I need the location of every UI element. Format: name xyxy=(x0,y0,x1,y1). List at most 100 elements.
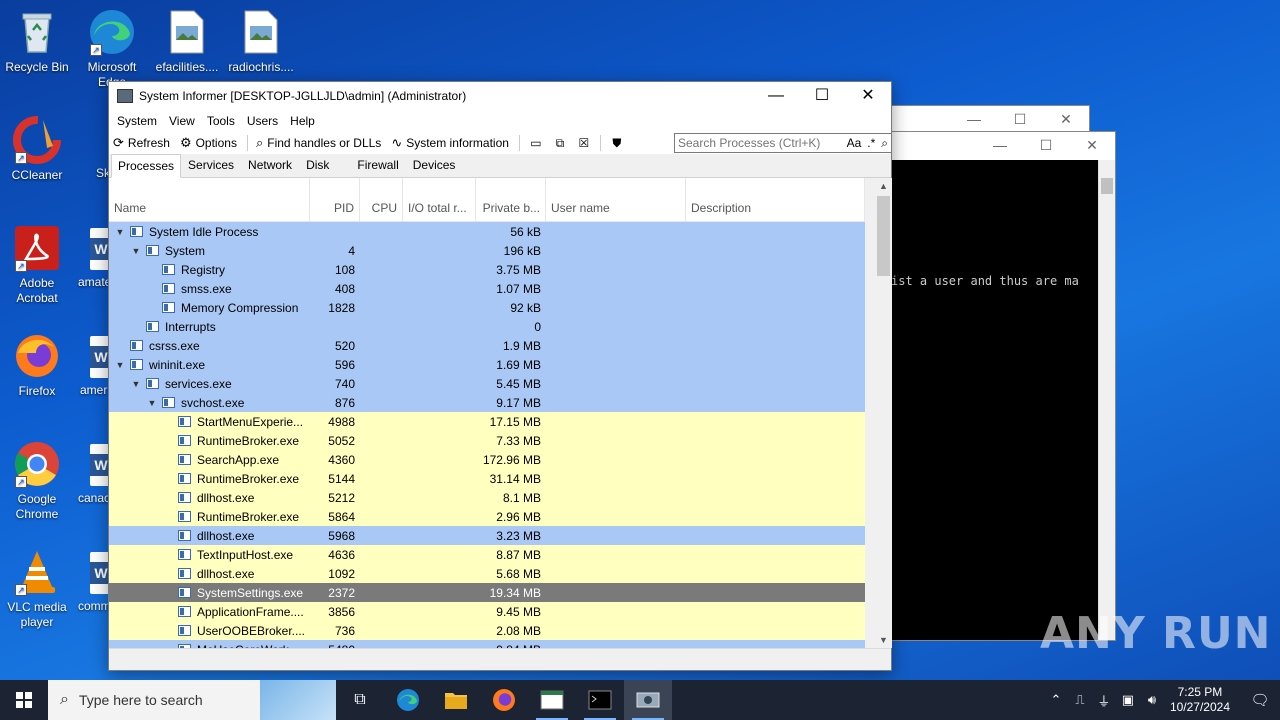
scrollbar-thumb[interactable] xyxy=(1101,178,1113,194)
maximize-icon[interactable]: ☐ xyxy=(1023,132,1069,158)
desktop-icon-recycle-bin[interactable]: Recycle Bin xyxy=(0,8,74,75)
menu-users[interactable]: Users xyxy=(241,114,284,128)
close-icon[interactable]: ✕ xyxy=(1043,106,1089,132)
table-row[interactable]: ▼ services.exe 740 5.45 MB xyxy=(109,374,865,393)
expand-toggle-icon[interactable]: ▼ xyxy=(130,379,142,389)
table-row[interactable]: SystemSettings.exe 2372 19.34 MB xyxy=(109,583,865,602)
search-box[interactable]: Aa .* ⌕ xyxy=(674,133,892,153)
desktop-icon-ccleaner[interactable]: ↗ CCleaner xyxy=(0,116,74,183)
desktop-icon-firefox[interactable]: Firefox xyxy=(0,332,74,399)
taskbar-app-button[interactable] xyxy=(528,680,576,720)
desktop-icon-radiochris[interactable]: radiochris.... xyxy=(224,8,298,75)
task-view-button[interactable]: ⧉ xyxy=(336,680,384,720)
system-information-button[interactable]: ∿ System information xyxy=(391,135,509,151)
menu-help[interactable]: Help xyxy=(284,114,321,128)
maximize-icon[interactable]: ☐ xyxy=(997,106,1043,132)
menu-system[interactable]: System xyxy=(111,114,163,128)
start-button[interactable] xyxy=(0,680,48,720)
tab-network[interactable]: Network xyxy=(241,153,299,177)
table-row[interactable]: ▼ System 4 196 kB xyxy=(109,241,865,260)
desktop-icon-vlc[interactable]: ↗ VLC media player xyxy=(0,548,74,630)
chevron-up-icon[interactable]: ⌃ xyxy=(1044,692,1068,708)
taskbar-search[interactable]: ⌕ Type here to search xyxy=(48,680,336,720)
taskbar-firefox-button[interactable] xyxy=(480,680,528,720)
taskbar-console-button[interactable] xyxy=(576,680,624,720)
table-row[interactable]: ApplicationFrame.... 3856 9.45 MB xyxy=(109,602,865,621)
tab-devices[interactable]: Devices xyxy=(406,153,463,177)
close-button[interactable]: ✕ xyxy=(845,82,891,110)
table-row[interactable]: smss.exe 408 1.07 MB xyxy=(109,279,865,298)
maximize-button[interactable]: ☐ xyxy=(799,82,845,110)
expand-toggle-icon[interactable]: ▼ xyxy=(114,360,126,370)
search-icon[interactable]: ⌕ xyxy=(881,136,888,151)
table-row[interactable]: UserOOBEBroker.... 736 2.08 MB xyxy=(109,621,865,640)
column-user-name[interactable]: User name xyxy=(546,178,686,221)
table-row[interactable]: Memory Compression 1828 92 kB xyxy=(109,298,865,317)
scroll-up-icon[interactable]: ▲ xyxy=(875,178,892,194)
desktop-icon-chrome[interactable]: ↗ Google Chrome xyxy=(0,440,74,522)
volume-icon[interactable]: 🔊︎ xyxy=(1140,692,1164,708)
search-input[interactable] xyxy=(675,136,844,150)
window-icon[interactable]: ▭ xyxy=(528,136,544,150)
column-pid[interactable]: PID xyxy=(310,178,360,221)
desktop-icon-edge[interactable]: ↗ Microsoft Edge xyxy=(75,8,149,90)
menu-view[interactable]: View xyxy=(163,114,201,128)
system-informer-window[interactable]: System Informer [DESKTOP-JGLLJLD\admin] … xyxy=(108,81,892,671)
regex-toggle[interactable]: .* xyxy=(867,136,875,150)
table-row[interactable]: csrss.exe 520 1.9 MB xyxy=(109,336,865,355)
shield-icon[interactable]: ⛊ xyxy=(609,136,625,150)
taskbar-edge-button[interactable] xyxy=(384,680,432,720)
expand-toggle-icon[interactable]: ▼ xyxy=(130,246,142,256)
taskbar-system-informer-button[interactable] xyxy=(624,680,672,720)
find-window-icon[interactable]: ⧉ xyxy=(552,136,568,150)
menu-tools[interactable]: Tools xyxy=(201,114,241,128)
column-cpu[interactable]: CPU xyxy=(360,178,403,221)
match-case-toggle[interactable]: Aa xyxy=(847,136,862,150)
column-description[interactable]: Description xyxy=(686,178,865,221)
usb-icon[interactable]: ⏚ xyxy=(1092,691,1116,710)
column-private-bytes[interactable]: Private b... xyxy=(476,178,546,221)
table-row[interactable]: MoUsoCoreWork...54809.84 MB xyxy=(109,640,865,648)
column-name[interactable]: Name xyxy=(109,178,310,221)
desktop-icon-acrobat[interactable]: ↗ Adobe Acrobat xyxy=(0,224,74,306)
refresh-button[interactable]: ⟳ Refresh xyxy=(113,135,170,151)
ethernet-icon[interactable]: ▣ xyxy=(1116,692,1140,708)
table-row[interactable]: RuntimeBroker.exe 5144 31.14 MB xyxy=(109,469,865,488)
scrollbar-thumb[interactable] xyxy=(877,196,890,276)
table-row[interactable]: dllhost.exe 5968 3.23 MB xyxy=(109,526,865,545)
table-row[interactable]: dllhost.exe 5212 8.1 MB xyxy=(109,488,865,507)
expand-toggle-icon[interactable]: ▼ xyxy=(146,398,158,408)
notification-icon[interactable]: 🗨︎ xyxy=(1240,691,1280,709)
tab-firewall[interactable]: Firewall xyxy=(350,153,405,177)
desktop-icon-efacilities[interactable]: efacilities.... xyxy=(150,8,224,75)
minimize-icon[interactable]: — xyxy=(977,132,1023,158)
tab-processes[interactable]: Processes xyxy=(111,154,182,178)
taskbar-explorer-button[interactable] xyxy=(432,680,480,720)
table-row[interactable]: Interrupts 0 xyxy=(109,317,865,336)
title-bar[interactable]: System Informer [DESKTOP-JGLLJLD\admin] … xyxy=(109,82,891,110)
table-row[interactable]: RuntimeBroker.exe 5052 7.33 MB xyxy=(109,431,865,450)
table-row[interactable]: ▼ svchost.exe 876 9.17 MB xyxy=(109,393,865,412)
close-window-icon[interactable]: ☒ xyxy=(576,136,592,150)
column-io-total[interactable]: I/O total r... xyxy=(403,178,476,221)
close-icon[interactable]: ✕ xyxy=(1069,132,1115,158)
console-scrollbar[interactable] xyxy=(1098,160,1115,640)
tab-services[interactable]: Services xyxy=(181,153,241,177)
minimize-icon[interactable]: — xyxy=(951,106,997,132)
scroll-down-icon[interactable]: ▼ xyxy=(875,632,892,648)
tab-disk[interactable]: Disk xyxy=(299,153,336,177)
options-button[interactable]: ⚙ Options xyxy=(180,135,237,151)
minimize-button[interactable]: — xyxy=(753,82,799,110)
table-row[interactable]: Registry 108 3.75 MB xyxy=(109,260,865,279)
clock[interactable]: 7:25 PM 10/27/2024 xyxy=(1170,685,1230,715)
expand-toggle-icon[interactable]: ▼ xyxy=(114,227,126,237)
table-row[interactable]: dllhost.exe 1092 5.68 MB xyxy=(109,564,865,583)
table-row[interactable]: StartMenuExperie... 4988 17.15 MB xyxy=(109,412,865,431)
table-row[interactable]: TextInputHost.exe 4636 8.87 MB xyxy=(109,545,865,564)
process-scrollbar[interactable]: ▲ ▼ xyxy=(875,178,892,648)
table-row[interactable]: SearchApp.exe 4360 172.96 MB xyxy=(109,450,865,469)
find-handles-button[interactable]: ⌕ Find handles or DLLs xyxy=(256,135,381,151)
process-tree[interactable]: Name PID CPU I/O total r... Private b...… xyxy=(109,178,865,648)
table-row[interactable]: ▼ System Idle Process 56 kB xyxy=(109,222,865,241)
table-row[interactable]: ▼ wininit.exe 596 1.69 MB xyxy=(109,355,865,374)
